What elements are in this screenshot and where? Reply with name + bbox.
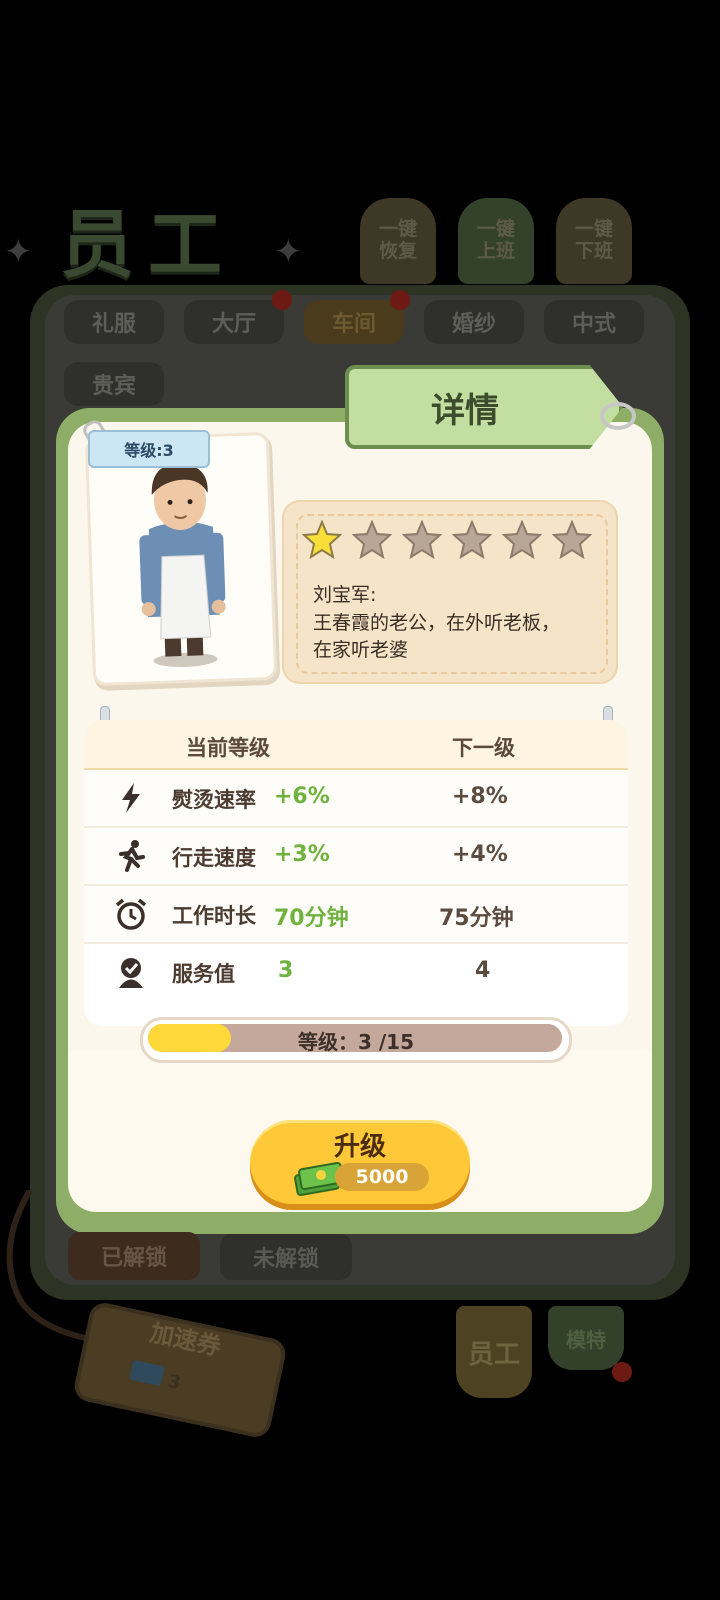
stat-name: 工作时长 [172,904,256,928]
bottom-tab-staff[interactable]: 员工 [456,1306,532,1398]
stat-current: 3 [278,958,294,983]
stats-table-header [84,720,628,770]
tab-workshop[interactable]: 车间 [304,300,404,344]
stat-next: 75分钟 [439,906,514,931]
tab-formal[interactable]: 礼服 [64,300,164,344]
bottom-tab-model[interactable]: 模特 [548,1306,624,1370]
stat-name: 服务值 [172,962,235,986]
one-key-end-work-button[interactable]: 一键 下班 [556,198,632,284]
stat-current: 70分钟 [274,906,349,931]
table-row: 行走速度 +3% +4% [84,828,628,886]
one-key-restore-button[interactable]: 一键 恢复 [360,198,436,284]
tab-wedding-dress[interactable]: 婚纱 [424,300,524,344]
table-row: 熨烫速率 +6% +8% [84,770,628,828]
star-empty-icon [402,520,442,560]
sparkle-icon: ✦ [4,232,33,272]
tab-vip[interactable]: 贵宾 [64,362,164,406]
character-description: 刘宝军: 王春霞的老公，在外听老板， 在家听老婆 [313,582,613,665]
running-icon [119,840,145,872]
star-rating [302,520,592,560]
column-next-level: 下一级 [452,736,515,760]
notification-dot [612,1362,632,1382]
lightning-icon [122,783,140,813]
upgrade-label: 升级 [333,1132,386,1162]
tab-hall[interactable]: 大厅 [184,300,284,344]
star-filled-icon [302,520,342,560]
sparkle-icon: ✦ [274,232,303,272]
star-empty-icon [552,520,592,560]
notification-dot [390,290,410,310]
table-row: 工作时长 70分钟 75分钟 [84,886,628,944]
star-empty-icon [352,520,392,560]
character-bio: 王春霞的老公，在外听老板， 在家听老婆 [313,611,561,662]
detail-tag-label: 详情 [431,390,499,431]
stat-next: 4 [475,958,491,983]
tab-chinese-style[interactable]: 中式 [544,300,644,344]
tag-ring-icon [600,402,636,430]
column-current-level: 当前等级 [186,736,270,760]
page-title: 员工 [60,202,236,288]
star-empty-icon [452,520,492,560]
character-portrait [139,463,226,667]
upgrade-cost: 5000 [335,1163,429,1191]
character-card [87,434,275,684]
level-progress-text: 等级：3 /15 [297,1029,414,1054]
table-row: 服务值 3 4 [84,944,628,1000]
level-badge: 等级:3 [88,430,210,468]
character-name: 刘宝军: [313,584,377,606]
alarm-clock-icon [115,898,147,930]
star-empty-icon [502,520,542,560]
locked-filter-button[interactable]: 未解锁 [220,1234,352,1280]
stat-name: 行走速度 [172,846,256,870]
service-icon [119,958,143,988]
stat-name: 熨烫速率 [172,788,256,812]
stat-current: +3% [274,842,330,867]
stat-next: +8% [452,784,508,809]
stat-current: +6% [274,784,330,809]
notification-dot [272,290,292,310]
one-key-start-work-button[interactable]: 一键 上班 [458,198,534,284]
stat-next: +4% [452,842,508,867]
